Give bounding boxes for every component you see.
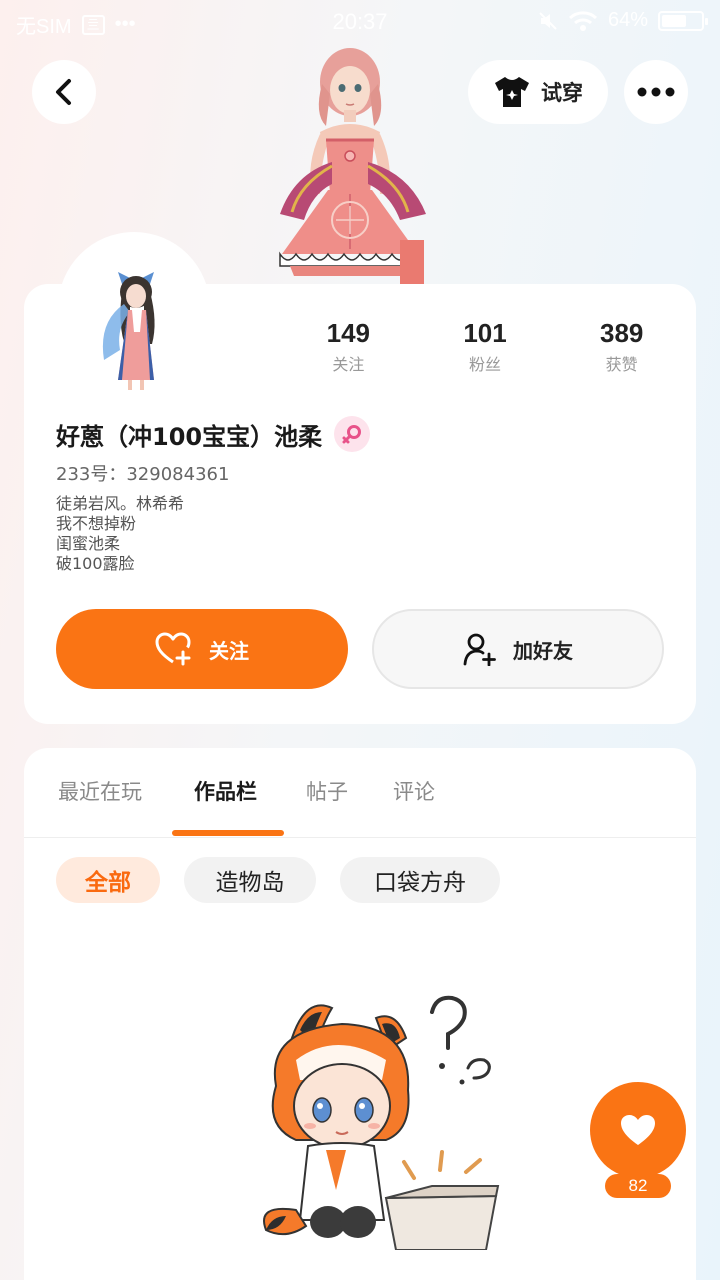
stat-likes[interactable]: 389 获赞 xyxy=(553,318,690,375)
profile-stats: 149 关注 101 粉丝 389 获赞 xyxy=(280,318,690,375)
battery-fill xyxy=(662,14,687,27)
stat-number: 389 xyxy=(599,318,644,348)
heart-icon xyxy=(621,1115,655,1145)
more-horizontal-icon xyxy=(637,87,675,97)
heart-plus-icon xyxy=(155,632,191,666)
follow-button[interactable]: 关注 xyxy=(56,609,348,689)
empty-state-illustration xyxy=(263,995,500,1250)
follow-label: 关注 xyxy=(209,638,249,663)
stat-label: 获赞 xyxy=(605,355,638,374)
add-user-icon xyxy=(463,633,496,666)
battery-tip xyxy=(705,17,708,25)
wifi-icon xyxy=(568,10,597,31)
tshirt-icon xyxy=(495,77,529,107)
more-button[interactable] xyxy=(624,60,688,124)
filter-pocket-ark[interactable]: 口袋方舟 xyxy=(340,857,500,903)
username: 好蒽（冲100宝宝）池柔 xyxy=(56,422,323,451)
stat-number: 101 xyxy=(463,318,507,348)
stat-label: 粉丝 xyxy=(469,355,502,374)
gender-badge xyxy=(334,416,371,452)
status-bar: 无SIM 亖 ••• 20:37 64% xyxy=(0,0,720,46)
tab-active-indicator xyxy=(172,830,284,836)
like-count: 82 xyxy=(605,1174,671,1198)
user-id: 233号：329084361 xyxy=(56,464,230,485)
add-friend-button[interactable]: 加好友 xyxy=(372,609,664,689)
stat-followers[interactable]: 101 粉丝 xyxy=(417,318,554,375)
mute-icon xyxy=(539,11,557,30)
female-icon xyxy=(342,425,362,444)
username-row: 好蒽（冲100宝宝）池柔 xyxy=(56,416,371,452)
filter-creation-island[interactable]: 造物岛 xyxy=(184,857,316,903)
add-friend-label: 加好友 xyxy=(513,638,573,663)
character-model-image xyxy=(279,48,426,286)
try-on-label: 试穿 xyxy=(541,81,583,105)
battery-percent: 64% xyxy=(607,9,648,31)
tab-posts[interactable]: 帖子 xyxy=(306,776,348,806)
back-button[interactable] xyxy=(32,60,96,124)
stat-label: 关注 xyxy=(332,355,365,374)
tab-bar: 最近在玩 作品栏 帖子 评论 xyxy=(24,748,696,838)
user-bio: 徒弟岩风。林希希 我不想掉粉 闺蜜池柔 破100露脸 xyxy=(56,494,185,573)
chevron-left-icon xyxy=(56,79,71,105)
filter-all[interactable]: 全部 xyxy=(56,857,160,903)
try-on-button[interactable]: 试穿 xyxy=(468,60,608,124)
status-right: 64% xyxy=(538,9,708,32)
tab-recent[interactable]: 最近在玩 xyxy=(58,776,142,806)
tab-works[interactable]: 作品栏 xyxy=(194,776,257,806)
stat-following[interactable]: 149 关注 xyxy=(280,318,417,375)
battery-icon xyxy=(658,10,708,31)
avatar[interactable] xyxy=(88,262,184,392)
stat-number: 149 xyxy=(326,318,371,348)
like-button[interactable] xyxy=(590,1082,686,1178)
tab-comments[interactable]: 评论 xyxy=(393,776,435,806)
